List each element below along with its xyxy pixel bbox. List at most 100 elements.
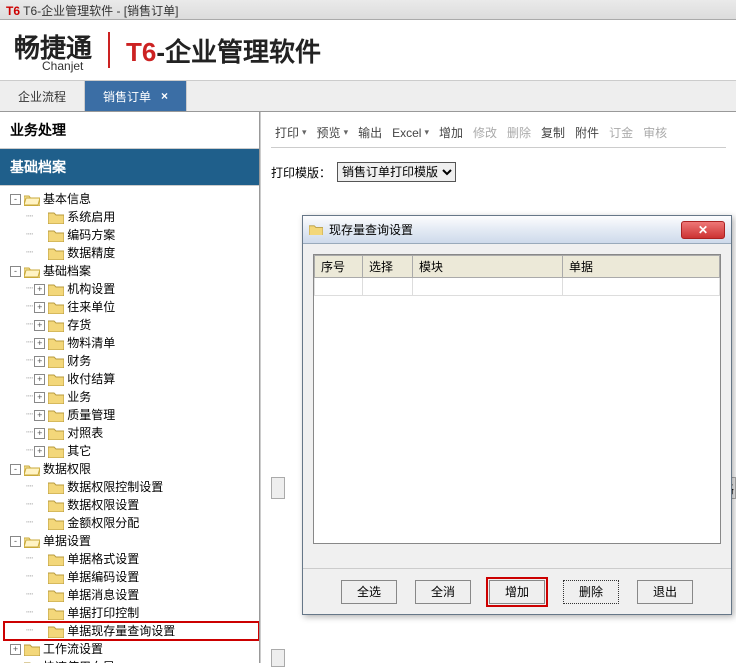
- expand-icon[interactable]: +: [34, 410, 45, 421]
- tree-node[interactable]: ┈+质量管理: [4, 406, 259, 424]
- stock-query-dialog: 现存量查询设置 ✕ 序号 选择 模块 单据 全选 全消 增加 删除 退出: [302, 215, 732, 615]
- add-button[interactable]: 增加: [435, 122, 467, 143]
- print-template-label: 打印模版：: [271, 164, 331, 181]
- tree-node[interactable]: ┈单据消息设置: [4, 586, 259, 604]
- folder-icon: [48, 301, 64, 314]
- print-template-select[interactable]: 销售订单打印模版: [337, 162, 456, 182]
- tree-label: 系统启用: [67, 208, 115, 226]
- sidebar-header-archive[interactable]: 基础档案: [0, 149, 259, 186]
- tab-close-icon[interactable]: ×: [161, 89, 168, 103]
- expand-icon[interactable]: +: [34, 392, 45, 403]
- tree-label: 收付结算: [67, 370, 115, 388]
- folder-icon: [48, 337, 64, 350]
- tree-node[interactable]: + 工作流设置: [4, 640, 259, 658]
- preview-button[interactable]: 预览: [313, 122, 353, 143]
- expand-icon[interactable]: -: [10, 464, 21, 475]
- copy-button[interactable]: 复制: [537, 122, 569, 143]
- tree-label: 快速使用向导: [43, 658, 115, 663]
- logo-area: 畅捷通 Chanjet T6-企业管理软件: [0, 20, 736, 80]
- tree-label: 金额权限分配: [67, 514, 139, 532]
- expand-icon[interactable]: +: [10, 644, 21, 655]
- tree-node[interactable]: ┈+存货: [4, 316, 259, 334]
- dialog-delete-button[interactable]: 删除: [563, 580, 619, 604]
- dialog-titlebar[interactable]: 现存量查询设置 ✕: [303, 216, 731, 244]
- tree-node[interactable]: ┈+对照表: [4, 424, 259, 442]
- folder-icon: [48, 571, 64, 584]
- tab-biz-process[interactable]: 企业流程: [0, 81, 85, 111]
- expand-icon[interactable]: -: [10, 266, 21, 277]
- col-bill[interactable]: 单据: [563, 256, 720, 278]
- tree-label: 对照表: [67, 424, 103, 442]
- expand-icon[interactable]: +: [34, 428, 45, 439]
- folder-icon: [48, 355, 64, 368]
- tree-node[interactable]: -基本信息: [4, 190, 259, 208]
- tree-label: 数据权限设置: [67, 496, 139, 514]
- tree-node[interactable]: ┈金额权限分配: [4, 514, 259, 532]
- excel-button[interactable]: Excel: [388, 124, 433, 142]
- tree-node[interactable]: ┈数据精度: [4, 244, 259, 262]
- select-all-button[interactable]: 全选: [341, 580, 397, 604]
- brand-separator: [108, 32, 110, 68]
- dialog-add-button[interactable]: 增加: [489, 580, 545, 604]
- sidebar: 业务处理 基础档案 -基本信息┈系统启用┈编码方案┈数据精度-基础档案┈+机构设…: [0, 112, 260, 663]
- expand-icon[interactable]: +: [34, 338, 45, 349]
- tree-label: 单据打印控制: [67, 604, 139, 622]
- expand-icon[interactable]: +: [34, 356, 45, 367]
- attach-button[interactable]: 附件: [571, 122, 603, 143]
- folder-icon: [48, 499, 64, 512]
- expand-icon[interactable]: +: [34, 446, 45, 457]
- tree-label: 往来单位: [67, 298, 115, 316]
- tree-node[interactable]: -基础档案: [4, 262, 259, 280]
- dialog-icon: [309, 224, 323, 236]
- tree-node[interactable]: ┈+其它: [4, 442, 259, 460]
- sidebar-header-biz[interactable]: 业务处理: [0, 112, 259, 149]
- title-prefix: T6: [6, 4, 20, 18]
- expand-icon[interactable]: -: [10, 194, 21, 205]
- edit-button[interactable]: 修改: [469, 122, 501, 143]
- tree-node[interactable]: ┈+往来单位: [4, 298, 259, 316]
- folder-icon: [48, 247, 64, 260]
- delete-button[interactable]: 删除: [503, 122, 535, 143]
- stub-mid: [271, 649, 285, 667]
- tab-sales-order[interactable]: 销售订单×: [85, 81, 187, 111]
- tree-label: 质量管理: [67, 406, 115, 424]
- dialog-grid[interactable]: 序号 选择 模块 单据: [313, 254, 721, 544]
- col-seq[interactable]: 序号: [315, 256, 363, 278]
- tree-node[interactable]: 快速使用向导: [4, 658, 259, 663]
- tree-node[interactable]: ┈系统启用: [4, 208, 259, 226]
- folder-icon: [48, 445, 64, 458]
- tree-node[interactable]: ┈数据权限设置: [4, 496, 259, 514]
- select-none-button[interactable]: 全消: [415, 580, 471, 604]
- dialog-footer: 全选 全消 增加 删除 退出: [303, 568, 731, 614]
- dialog-exit-button[interactable]: 退出: [637, 580, 693, 604]
- expand-icon[interactable]: +: [34, 374, 45, 385]
- tree-node[interactable]: ┈单据格式设置: [4, 550, 259, 568]
- audit-button[interactable]: 审核: [639, 122, 671, 143]
- expand-icon[interactable]: +: [34, 284, 45, 295]
- tree-node[interactable]: ┈+收付结算: [4, 370, 259, 388]
- tree-node[interactable]: ┈+物料清单: [4, 334, 259, 352]
- output-button[interactable]: 输出: [354, 122, 386, 143]
- tree-node[interactable]: -数据权限: [4, 460, 259, 478]
- col-module[interactable]: 模块: [413, 256, 563, 278]
- expand-icon[interactable]: +: [34, 302, 45, 313]
- tree-node[interactable]: ┈数据权限控制设置: [4, 478, 259, 496]
- expand-icon[interactable]: +: [34, 320, 45, 331]
- tree-label: 工作流设置: [43, 640, 103, 658]
- tree-node[interactable]: ┈+业务: [4, 388, 259, 406]
- col-select[interactable]: 选择: [363, 256, 413, 278]
- tree-node[interactable]: ┈+财务: [4, 352, 259, 370]
- tree-label: 业务: [67, 388, 91, 406]
- tree-node[interactable]: ┈+机构设置: [4, 280, 259, 298]
- tree-node[interactable]: -单据设置: [4, 532, 259, 550]
- tree-node[interactable]: ┈编码方案: [4, 226, 259, 244]
- tree-node[interactable]: ┈单据编码设置: [4, 568, 259, 586]
- folder-icon: [48, 373, 64, 386]
- print-button[interactable]: 打印: [271, 122, 311, 143]
- window-title: T6-企业管理软件 - [销售订单]: [23, 4, 178, 18]
- expand-icon[interactable]: -: [10, 536, 21, 547]
- tree-node[interactable]: ┈单据打印控制: [4, 604, 259, 622]
- tree-node[interactable]: ┈单据现存量查询设置: [4, 622, 259, 640]
- deposit-button[interactable]: 订金: [605, 122, 637, 143]
- dialog-close-button[interactable]: ✕: [681, 221, 725, 239]
